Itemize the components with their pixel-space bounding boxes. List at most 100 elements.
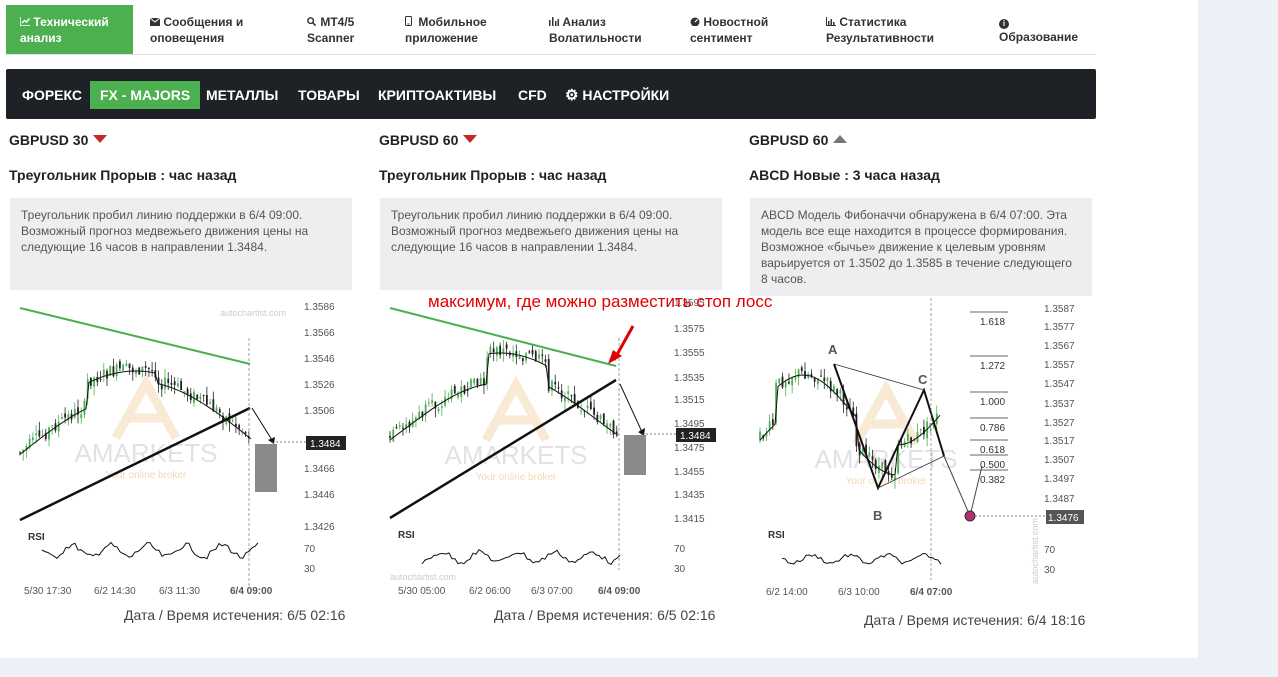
candle [589,401,592,410]
category-fx-majors[interactable]: FX - MAJORS [90,81,201,109]
price-tick: 1.3546 [304,354,335,365]
category-bar: ФОРЕКС FX - MAJORS МЕТАЛЛЫ ТОВАРЫ КРИПТО… [6,69,1096,119]
brand-watermark: AMARKETS [74,438,217,468]
nav-statistics[interactable]: Статистика Результативности [826,5,934,54]
time-tick: 6/4 09:00 [598,586,641,597]
time-tick: 6/2 06:00 [469,586,511,597]
pattern-chart[interactable]: 1.3595 1.3575 1.3555 1.3535 1.3515 1.3495 1.34… [376,298,728,603]
candle [881,462,884,469]
nav-label: MT4/5 [320,15,355,29]
bearish-arrow-icon [93,135,108,143]
brand-subtitle: Your online broker [476,472,557,483]
nav-label: Мобильное [418,15,487,29]
candle [788,381,790,384]
forecast-arrow [251,407,273,441]
category-commodities[interactable]: ТОВАРЫ [288,81,370,109]
price-tick: 1.3587 [1044,304,1075,315]
price-tick: 1.3577 [1044,322,1075,333]
symbol-header[interactable]: GBPUSD 60 [379,132,478,148]
candle [473,378,476,384]
candle [398,425,401,427]
rsi-label: RSI [28,532,45,543]
volatility-icon [549,16,559,31]
forecast-zone [624,435,646,475]
pattern-chart[interactable]: 1.3586 1.3566 1.3546 1.3526 1.3506 1.3466 1.34… [6,298,358,603]
candle [151,370,154,372]
page: Технический анализ Сообщения и оповещени… [0,0,1198,658]
autochartist-watermark: autochartist.com [390,572,456,582]
candle [499,345,502,356]
brand-logo-icon [482,375,550,443]
time-tick: 5/30 05:00 [398,586,446,597]
fib-level-label: 1.272 [980,361,1005,372]
nav-volatility[interactable]: Анализ Волатильности [549,5,642,54]
candle [573,394,576,404]
fib-level-label: 0.500 [980,460,1005,471]
candle [122,364,125,371]
candle [218,409,221,413]
candle [502,348,505,354]
category-crypto[interactable]: КРИПТОАКТИВЫ [368,81,506,109]
nav-messages[interactable]: Сообщения и оповещения [149,5,243,54]
candle [144,366,147,368]
time-tick: 6/2 14:00 [766,587,808,598]
candle [48,427,50,440]
nav-label: анализ [20,31,62,45]
candle [505,344,508,349]
symbol-header[interactable]: GBPUSD 30 [9,132,108,148]
stats-icon [826,16,836,31]
candle [541,354,544,356]
price-tick: 1.3497 [1044,474,1075,485]
candle [479,377,482,386]
candle [874,460,877,470]
candle [463,385,466,394]
stop-loss-annotation: максимум, где можно разместить стоп лосс [428,292,773,311]
nav-mobile-app[interactable]: Мобильное приложение [405,5,487,54]
candle [131,367,134,373]
candle [73,409,76,418]
nav-label: оповещения [150,31,225,45]
category-settings[interactable]: ⚙ НАСТРОЙКИ [555,81,679,109]
symbol-header[interactable]: GBPUSD 60 [749,132,848,148]
price-tick: 1.3535 [674,373,705,384]
candle [602,413,605,425]
candle [215,407,218,412]
price-tick: 1.3527 [1044,418,1075,429]
price-tick: 1.3566 [304,328,335,339]
category-metals[interactable]: МЕТАЛЛЫ [196,81,288,109]
price-tick: 1.3515 [674,395,705,406]
forecast-arrowhead [638,428,645,436]
price-tick: 1.3526 [304,380,335,391]
candle [489,346,492,354]
nav-technical-analysis[interactable]: Технический анализ [6,5,133,54]
target-price: 1.3476 [1048,513,1079,524]
rsi-tick: 70 [674,544,686,555]
candle [609,423,612,427]
pattern-title: Треугольник Прорыв : час назад [9,167,237,183]
candle [823,377,826,382]
category-forex[interactable]: ФОРЕКС [12,81,92,109]
nav-scanner[interactable]: MT4/5 Scanner [307,5,354,54]
candle [586,405,589,409]
candle [64,413,67,418]
candle [93,377,96,387]
pattern-chart[interactable]: 1.3587 1.3577 1.3567 1.3557 1.3547 1.3537 1.35… [746,298,1098,613]
nav-news-sentiment[interactable]: Новостной сентимент [690,5,768,54]
price-tick: 1.3455 [674,467,705,478]
pattern-description: Треугольник пробил линию поддержки в 6/4… [380,198,722,290]
envelope-icon [149,16,161,31]
candle [794,377,797,380]
brand-watermark: AMARKETS [444,440,587,470]
scanner-icon [307,16,317,31]
candle [128,363,131,369]
rsi-label: RSI [768,530,785,541]
candle [538,354,540,359]
nav-education[interactable]: i Образование [999,5,1078,54]
candle [202,395,205,397]
expiry-text: Дата / Время истечения: 6/5 02:16 [124,607,346,623]
nav-label: Волатильности [549,31,642,45]
category-cfd[interactable]: CFD [508,81,557,109]
price-tick: 1.3557 [1044,360,1075,371]
candle [244,431,247,434]
candle [784,381,787,388]
